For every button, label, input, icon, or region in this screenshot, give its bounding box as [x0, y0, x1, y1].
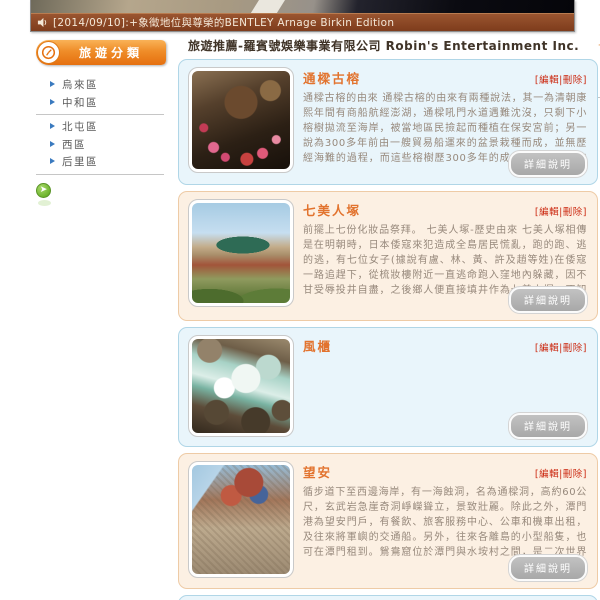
page-title: 旅遊推薦-羅賓號娛樂事業有限公司 Robin's Entertainment I…: [188, 38, 580, 53]
spot-card: 七美人塚 [編輯|刪除] 前擺上七份化妝品祭拜。 七美人塚-歷史由來 七美人塚相…: [178, 191, 598, 321]
spot-description: 循步道下至西邊海岸，有一海蝕洞，名為通樑洞，高約60公尺，玄武岩急崖奇洞崢嶸聳立…: [303, 487, 587, 558]
spot-card: 風櫃 [編輯|刪除] 詳細說明: [178, 327, 598, 447]
edit-delete-links[interactable]: [編輯|刪除]: [535, 466, 587, 480]
edit-delete-links[interactable]: [編輯|刪除]: [535, 204, 587, 218]
top-banner: [2014/09/10]:+象徵地位與尊榮的BENTLEY Arnage Bir…: [30, 0, 575, 32]
detail-button[interactable]: 詳細說明: [509, 287, 587, 313]
spot-list: 通樑古榕 [編輯|刪除] 通樑古榕的由來 通樑古榕的由來有兩種說法，其一為清朝康…: [178, 59, 598, 600]
spot-title[interactable]: 七美人塚: [303, 200, 361, 219]
wangan-house-photo[interactable]: [188, 461, 294, 578]
fenggui-coast-photo[interactable]: [188, 335, 294, 437]
news-marquee[interactable]: [2014/09/10]:+象徵地位與尊榮的BENTLEY Arnage Bir…: [31, 13, 574, 31]
sidebar-header: 旅遊分類: [36, 40, 166, 65]
tongliang-banyan-photo[interactable]: [188, 67, 294, 173]
compass-icon: [37, 41, 60, 64]
bullet-icon: [50, 98, 55, 105]
sidebar-subitem[interactable]: 西區: [36, 136, 164, 154]
spot-card-clipped: [178, 595, 598, 600]
bullet-icon: [50, 140, 55, 147]
page: [2014/09/10]:+象徵地位與尊榮的BENTLEY Arnage Bir…: [0, 0, 600, 600]
bentley-car-photo: [31, 0, 574, 13]
spot-card: 通樑古榕 [編輯|刪除] 通樑古榕的由來 通樑古榕的由來有兩種說法，其一為清朝康…: [178, 59, 598, 185]
spot-card: 望安 [編輯|刪除] 循步道下至西邊海岸，有一海蝕洞，名為通樑洞，高約60公尺，…: [178, 453, 598, 589]
green-widget-icon[interactable]: ➤: [36, 182, 52, 206]
edit-delete-links[interactable]: [編輯|刪除]: [535, 340, 587, 354]
sidebar-subitem[interactable]: 中和區: [36, 94, 164, 115]
spot-title[interactable]: 通樑古榕: [303, 68, 361, 87]
sidebar-subitem[interactable]: 烏來區: [36, 76, 164, 94]
detail-button[interactable]: 詳細說明: [509, 151, 587, 177]
spot-title[interactable]: 望安: [303, 462, 332, 481]
detail-button[interactable]: 詳細說明: [509, 555, 587, 581]
qimei-tomb-photo[interactable]: [188, 199, 294, 307]
category-menu: 基隆景點 台北景點 烏來區 中和區 桃園景點 新竹景點 苗栗景點 台中景點 北屯…: [36, 76, 600, 175]
detail-button[interactable]: 詳細說明: [509, 413, 587, 439]
bullet-icon: [50, 81, 55, 87]
spot-title[interactable]: 風櫃: [303, 336, 332, 355]
news-text[interactable]: [2014/09/10]:+象徵地位與尊榮的BENTLEY Arnage Bir…: [53, 15, 394, 30]
road-stripe: [247, 0, 286, 13]
speaker-icon: [37, 17, 47, 28]
main-content: 旅遊推薦-羅賓號娛樂事業有限公司 Robin's Entertainment I…: [178, 36, 600, 600]
sidebar-subitem[interactable]: 后里區: [36, 153, 164, 175]
green-widget-shadow: [37, 199, 51, 206]
bullet-icon: [50, 158, 55, 164]
section-header: 旅遊推薦-羅賓號娛樂事業有限公司 Robin's Entertainment I…: [178, 36, 600, 54]
edit-delete-links[interactable]: [編輯|刪除]: [535, 72, 587, 86]
sidebar-subitem[interactable]: 北屯區: [36, 118, 164, 136]
sidebar-title: 旅遊分類: [78, 46, 143, 60]
bullet-icon: [50, 123, 55, 129]
sidebar: 旅遊分類 基隆景點 台北景點 烏來區 中和區 桃園景點 新竹景點 苗栗景點 台中…: [36, 40, 600, 206]
